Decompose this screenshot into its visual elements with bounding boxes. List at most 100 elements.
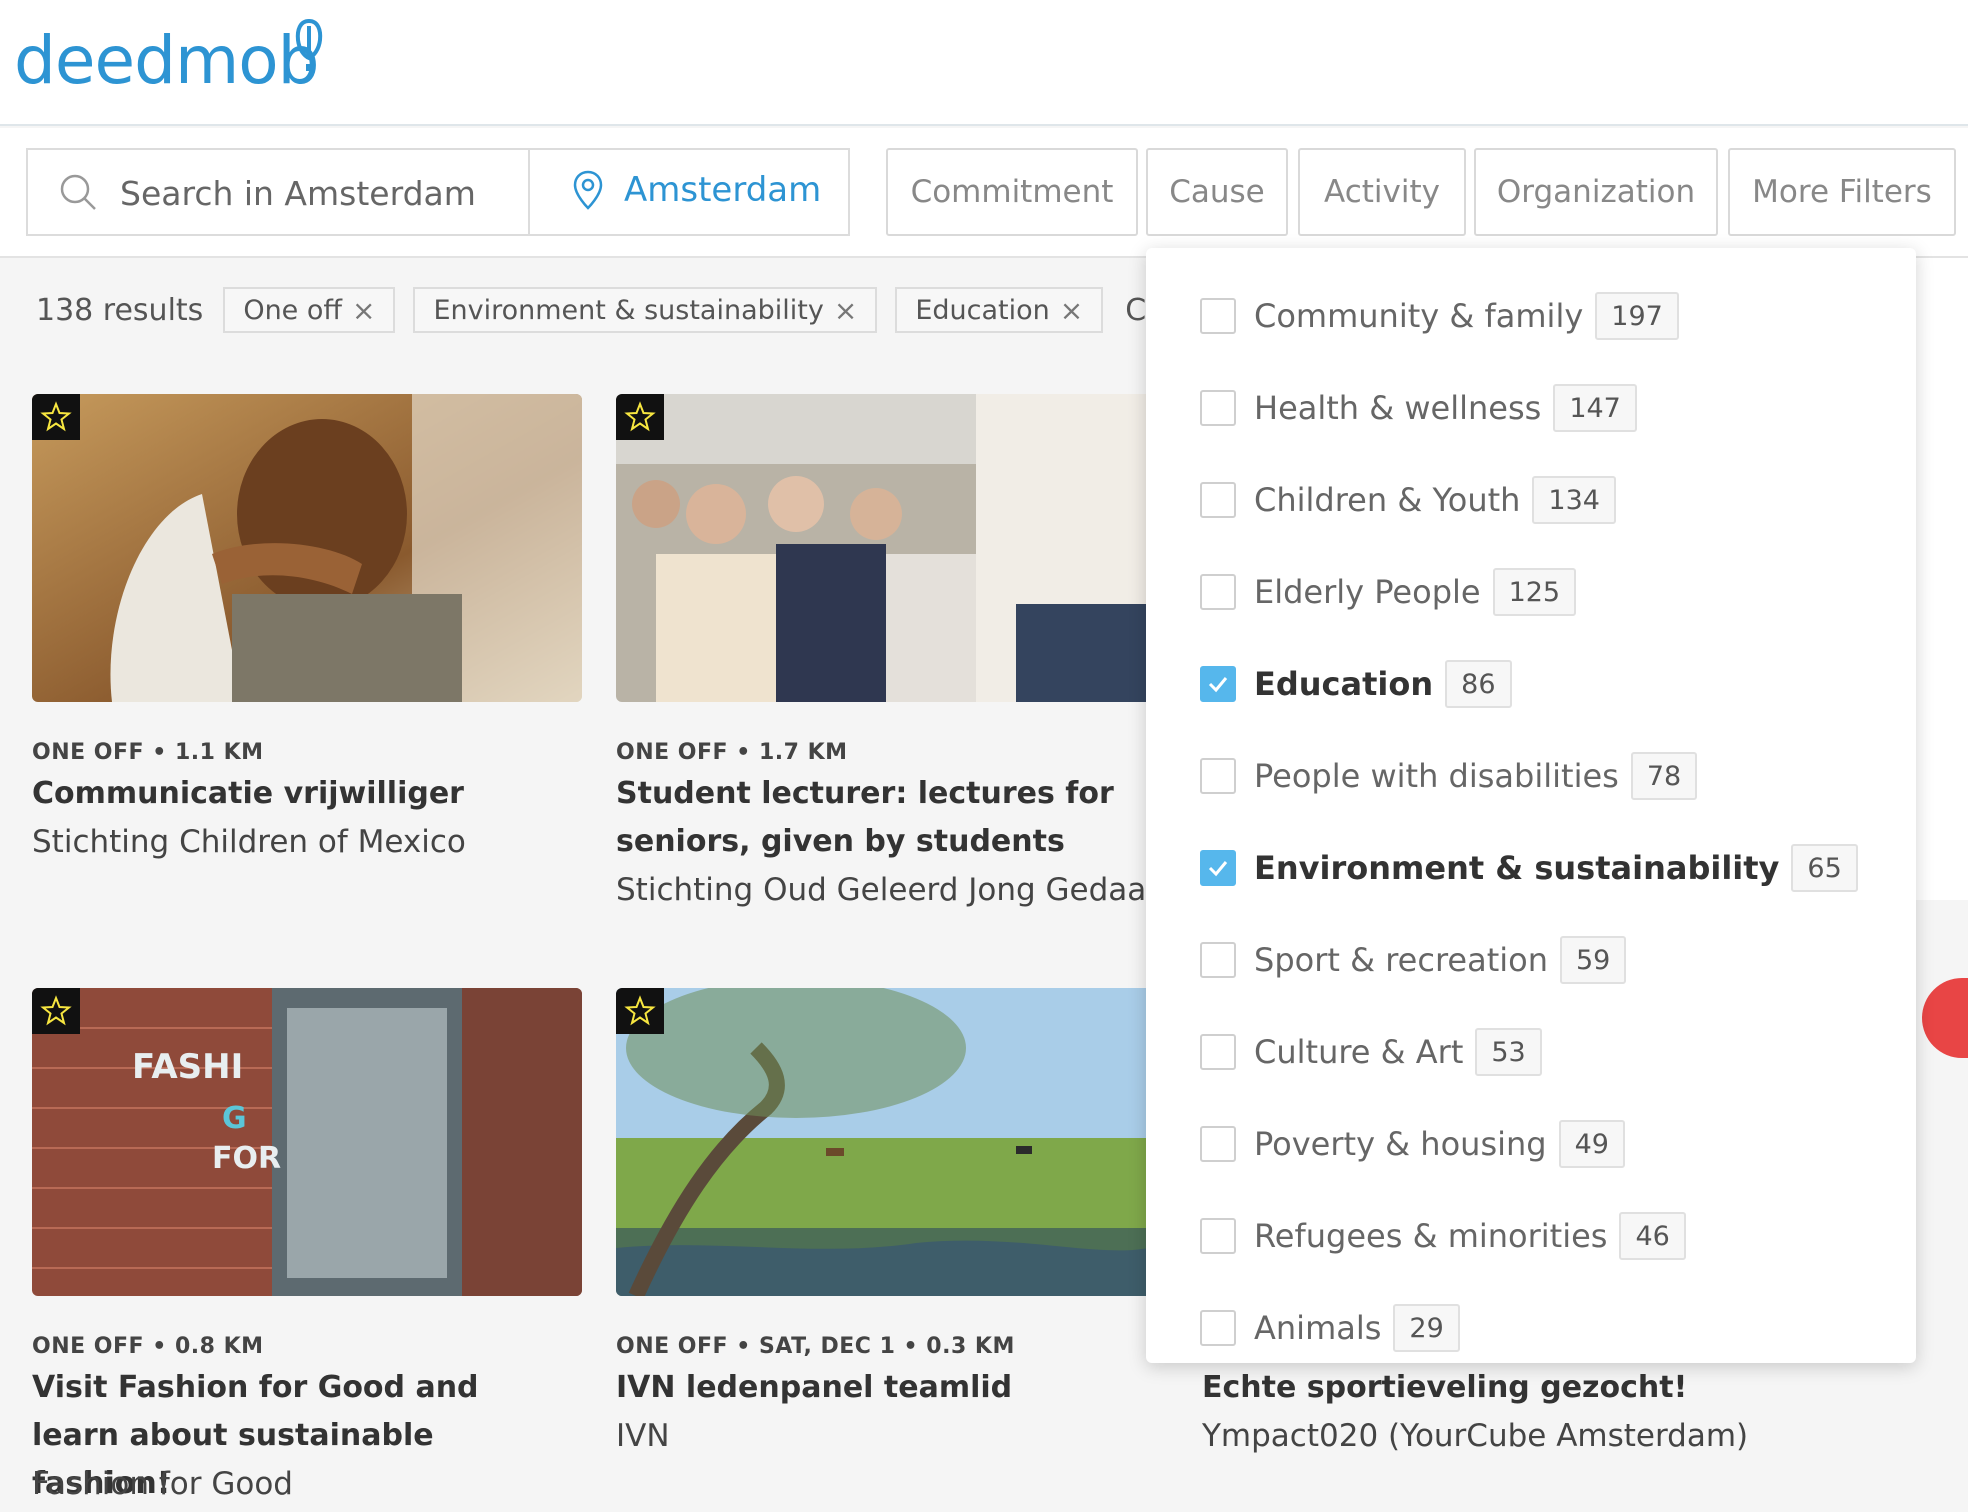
filter-activity-button[interactable]: Activity (1298, 148, 1466, 236)
checkmark-icon (1208, 677, 1228, 693)
checkbox[interactable] (1200, 1126, 1236, 1162)
cause-option-label: Sport & recreation (1254, 941, 1548, 979)
card-image[interactable] (616, 988, 1148, 1296)
cause-option-label: Poverty & housing (1254, 1125, 1547, 1163)
cause-option[interactable]: Health & wellness 147 (1200, 382, 1637, 434)
search-icon (60, 174, 96, 210)
card-organization[interactable]: Fashion for Good (32, 1460, 293, 1508)
cause-option[interactable]: People with disabilities 78 (1200, 750, 1698, 802)
card-organization[interactable]: Stichting Children of Mexico (32, 818, 466, 866)
svg-text:G: G (222, 1101, 247, 1136)
cause-option-label: Elderly People (1254, 573, 1481, 611)
filter-chip-education[interactable]: Education × (895, 287, 1104, 333)
cause-dropdown: Community & family 197 Health & wellness 14… (1146, 248, 1916, 1363)
cause-option[interactable]: Environment & sustainability 65 (1200, 842, 1858, 894)
cause-option-count: 147 (1553, 384, 1637, 432)
cause-option[interactable]: Children & Youth 134 (1200, 474, 1616, 526)
checkbox-checked[interactable] (1200, 666, 1236, 702)
checkmark-icon (1208, 861, 1228, 877)
location-text: Amsterdam (624, 170, 822, 210)
active-filters-row: 138 results One off × Environment & sust… (36, 286, 1204, 334)
cause-option-count: 59 (1559, 936, 1627, 984)
cause-option[interactable]: Animals 29 (1200, 1302, 1460, 1354)
cause-option-count: 125 (1492, 568, 1577, 616)
cause-option[interactable]: Refugees & minorities 46 (1200, 1210, 1686, 1262)
cause-option-label: Health & wellness (1254, 389, 1542, 427)
chip-label: Education (915, 294, 1050, 326)
cause-option-label: Community & family (1254, 297, 1584, 335)
favorite-star-icon[interactable] (32, 394, 80, 440)
card-organization[interactable]: Stichting Oud Geleerd Jong Gedaan (616, 866, 1166, 914)
cause-option-count: 29 (1393, 1304, 1460, 1352)
cause-option[interactable]: Sport & recreation 59 (1200, 934, 1627, 986)
deedmob-logo[interactable]: deedmob (14, 20, 320, 102)
close-icon[interactable]: × (834, 294, 857, 327)
checkbox-checked[interactable] (1200, 850, 1236, 886)
results-count: 138 results (36, 292, 204, 328)
filter-organization-button[interactable]: Organization (1474, 148, 1718, 236)
checkbox[interactable] (1200, 482, 1236, 518)
filter-cause-button[interactable]: Cause (1146, 148, 1288, 236)
location-selector[interactable]: Amsterdam (528, 148, 850, 236)
chip-label: Environment & sustainability (433, 294, 824, 326)
close-icon[interactable]: × (352, 294, 375, 327)
cause-option-count: 49 (1558, 1120, 1625, 1168)
card-meta: ONE OFF • 0.8 KM (32, 1334, 264, 1359)
chat-button[interactable] (1922, 978, 1968, 1058)
cause-option-label: Refugees & minorities (1254, 1217, 1608, 1255)
cause-option-label: Environment & sustainability (1254, 849, 1780, 887)
checkbox[interactable] (1200, 1034, 1236, 1070)
svg-text:FOR: FOR (212, 1141, 281, 1176)
card-title[interactable]: Student lecturer: lectures for seniors, … (616, 770, 1156, 866)
more-filters-button[interactable]: More Filters (1728, 148, 1956, 236)
cause-option-label: Education (1254, 665, 1434, 703)
cause-option-label: Culture & Art (1254, 1033, 1464, 1071)
checkbox[interactable] (1200, 298, 1236, 334)
card-meta: ONE OFF • 1.7 KM (616, 740, 848, 765)
cause-option[interactable]: Culture & Art 53 (1200, 1026, 1542, 1078)
card-image[interactable] (616, 394, 1148, 702)
card-meta: ONE OFF • 1.1 KM (32, 740, 264, 765)
cause-option-count: 134 (1532, 476, 1616, 524)
checkbox[interactable] (1200, 574, 1236, 610)
card-title[interactable]: Echte sportieveling gezocht! (1202, 1364, 1902, 1412)
balloon-icon (295, 18, 323, 71)
cause-option[interactable]: Poverty & housing 49 (1200, 1118, 1625, 1170)
cause-option-count: 86 (1445, 660, 1512, 708)
cause-option-count: 46 (1619, 1212, 1686, 1260)
cause-option-count: 78 (1630, 752, 1698, 800)
search-input[interactable] (120, 160, 520, 226)
svg-text:FASHI: FASHI (132, 1047, 243, 1087)
search-box[interactable] (26, 148, 530, 236)
cause-option-label: Animals (1254, 1309, 1382, 1347)
cause-option[interactable]: Education 86 (1200, 658, 1512, 710)
card-image[interactable] (32, 394, 582, 702)
cause-option-count: 65 (1791, 844, 1858, 892)
checkbox[interactable] (1200, 758, 1236, 794)
side-panel-edge (1916, 258, 1968, 900)
card-organization[interactable]: IVN (616, 1412, 670, 1460)
favorite-star-icon[interactable] (616, 394, 664, 440)
card-image[interactable]: FASHI G FOR (32, 988, 582, 1296)
filter-commitment-button[interactable]: Commitment (886, 148, 1138, 236)
favorite-star-icon[interactable] (616, 988, 664, 1034)
filter-chip-environment[interactable]: Environment & sustainability × (413, 287, 878, 333)
card-meta: ONE OFF • SAT, DEC 1 • 0.3 KM (616, 1334, 1015, 1359)
search-filter-bar: Amsterdam Commitment Cause Activity Orga… (0, 128, 1968, 258)
cause-option-label: Children & Youth (1254, 481, 1521, 519)
checkbox[interactable] (1200, 942, 1236, 978)
card-organization[interactable]: Ympact020 (YourCube Amsterdam) (1202, 1412, 1748, 1460)
cause-option[interactable]: Elderly People 125 (1200, 566, 1577, 618)
card-title[interactable]: IVN ledenpanel teamlid (616, 1364, 1156, 1412)
cause-option[interactable]: Community & family 197 (1200, 290, 1679, 342)
card-title[interactable]: Communicatie vrijwilliger (32, 770, 572, 818)
favorite-star-icon[interactable] (32, 988, 80, 1034)
cause-option-count: 197 (1595, 292, 1679, 340)
checkbox[interactable] (1200, 390, 1236, 426)
checkbox[interactable] (1200, 1310, 1236, 1346)
close-icon[interactable]: × (1060, 294, 1083, 327)
filter-chip-one-off[interactable]: One off × (223, 287, 396, 333)
checkbox[interactable] (1200, 1218, 1236, 1254)
chip-label: One off (243, 294, 342, 326)
cause-option-count: 53 (1475, 1028, 1542, 1076)
